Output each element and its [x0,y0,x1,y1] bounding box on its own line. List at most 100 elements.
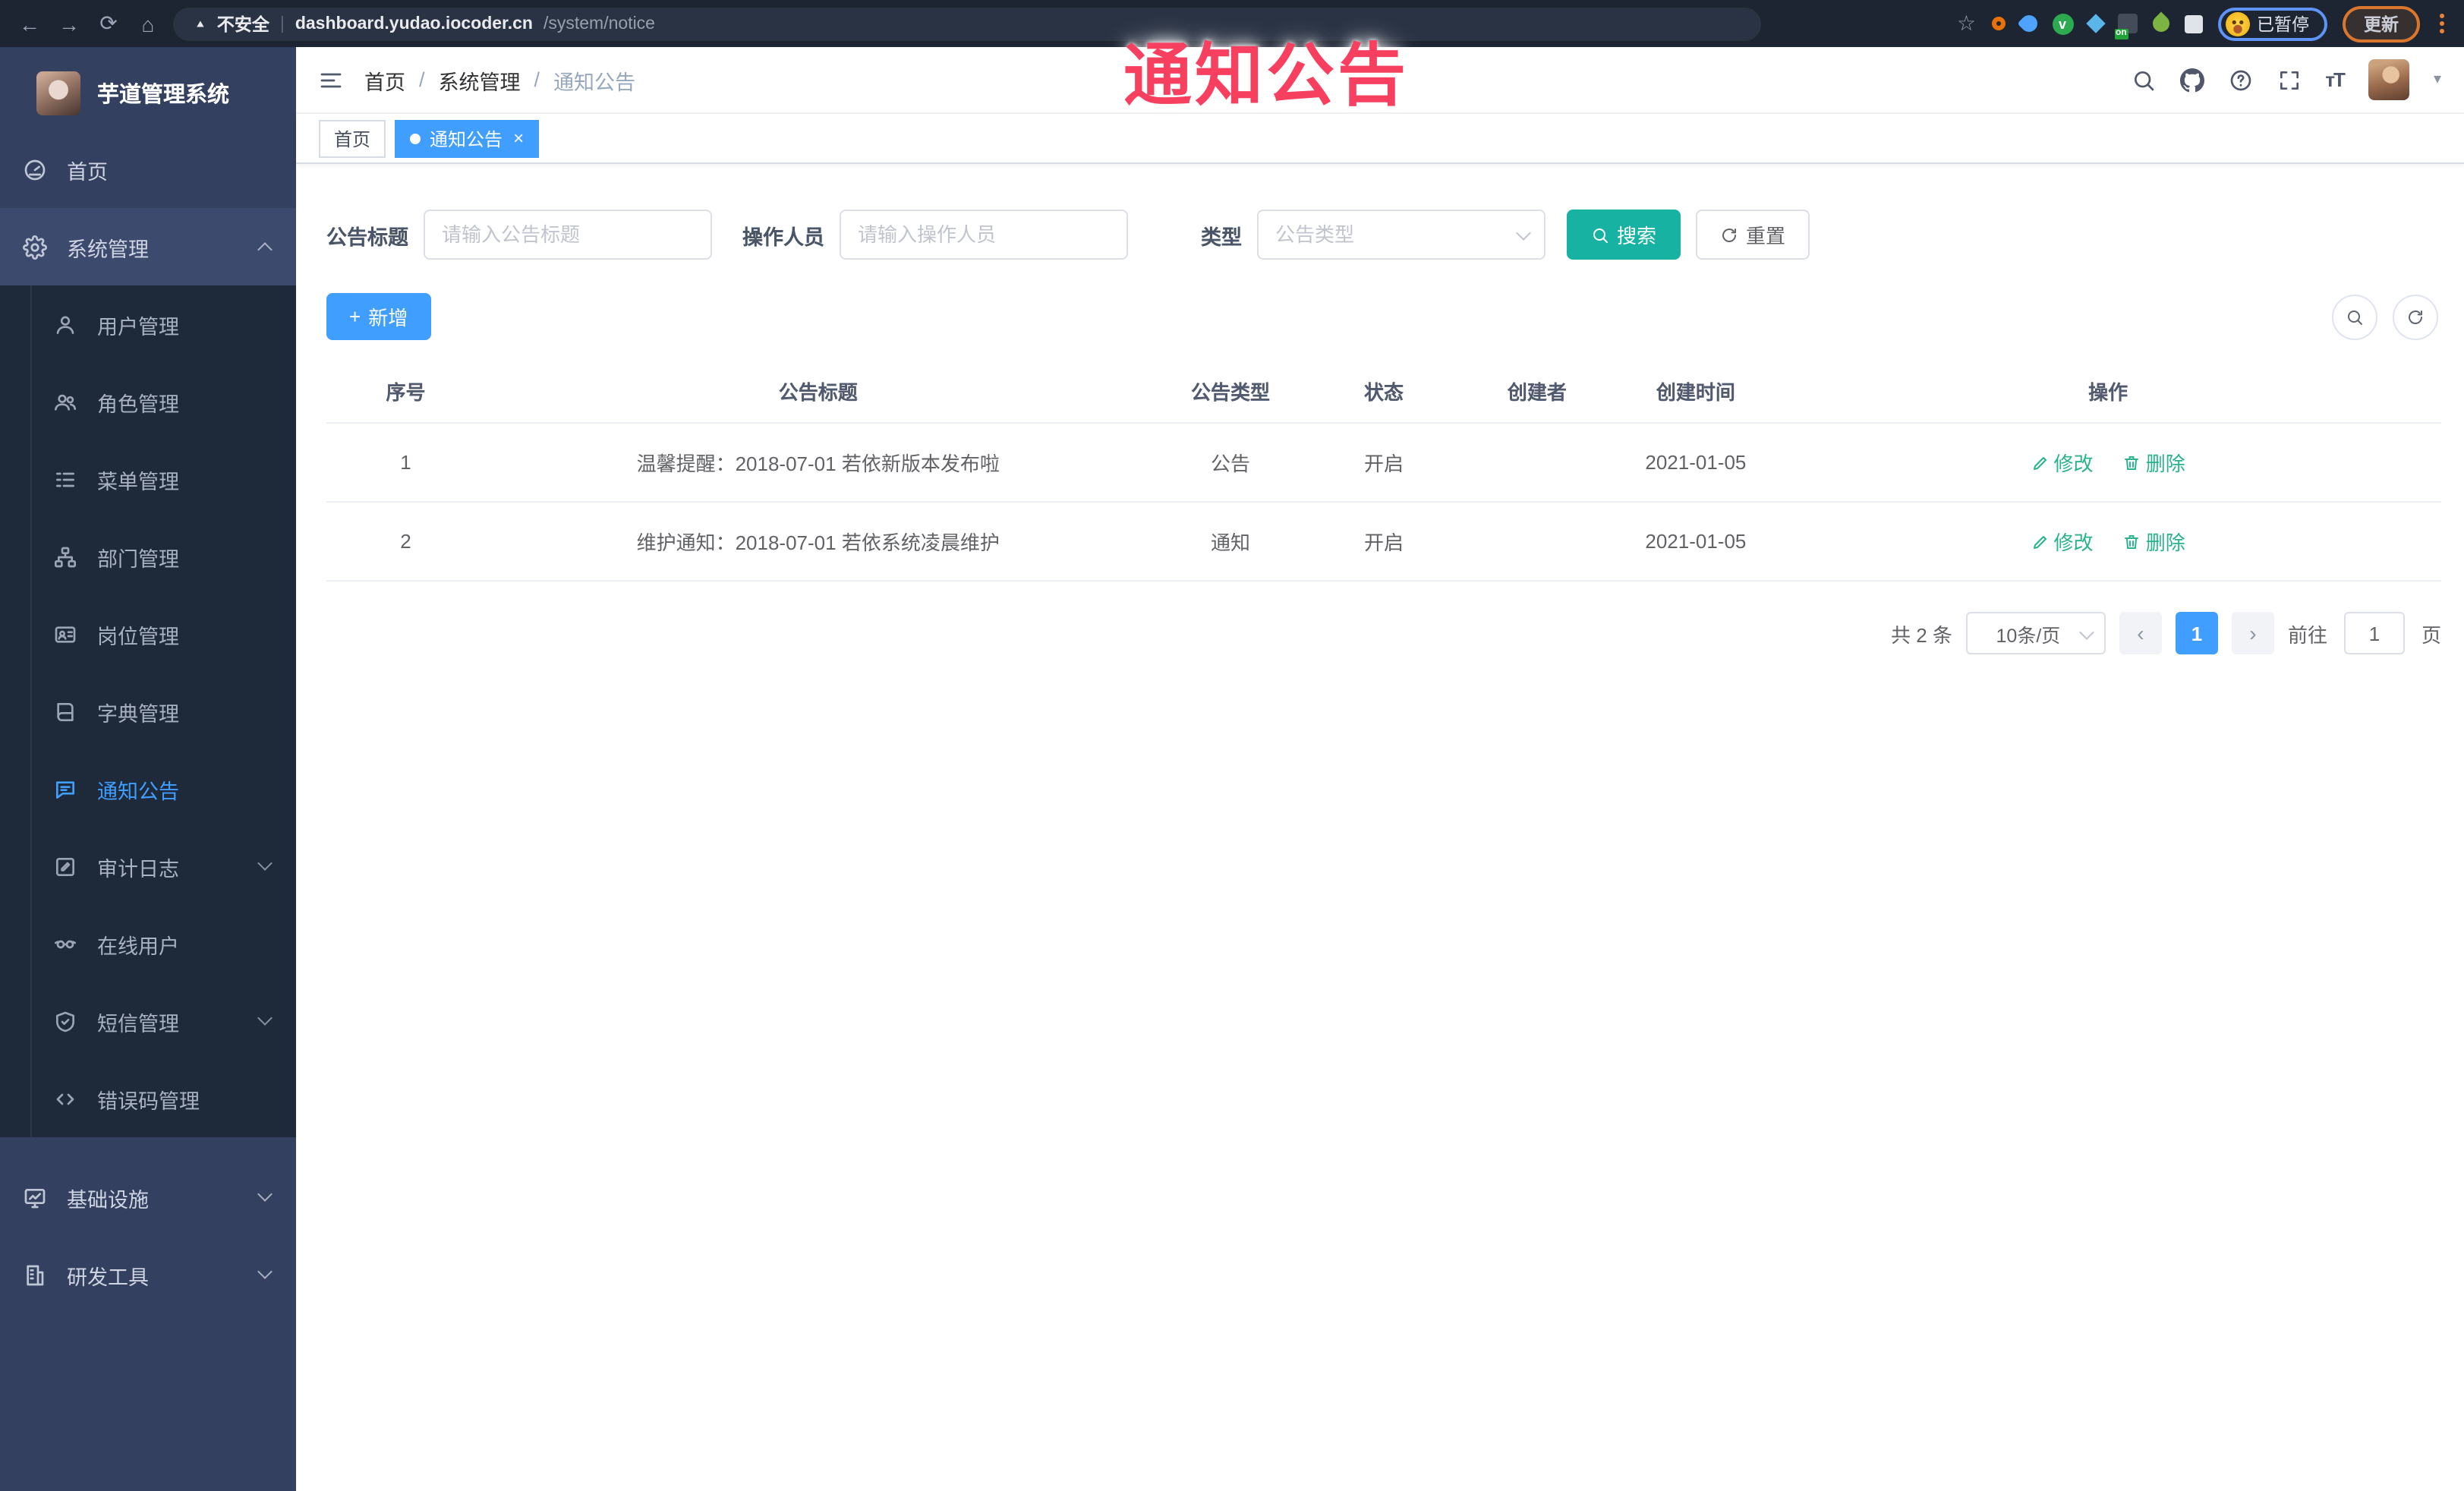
prev-page-button[interactable]: ‹ [2119,612,2162,654]
message-icon [56,780,74,798]
notice-title-label: 公告标题 [326,225,408,248]
search-icon [1593,228,1608,242]
shield-icon [56,1010,74,1032]
trash-icon [2125,455,2139,469]
delete-link[interactable]: 删除 [2123,448,2185,477]
page-size-select[interactable] [1965,612,2106,654]
sidebar-item-home[interactable]: 首页 [0,131,296,208]
edit-link[interactable]: 修改 [2031,527,2094,556]
notice-type-select-input[interactable] [1257,210,1546,260]
sidebar-item-users[interactable]: 用户管理 [0,285,296,363]
search-button[interactable]: 搜索 [1567,210,1681,260]
browser-forward-icon[interactable]: → [55,11,83,36]
reset-button[interactable]: 重置 [1696,210,1810,260]
page-content: 公告标题 操作人员 类型 搜索 重置 [296,164,2464,1491]
cell-title: 维护通知：2018-07-01 若依系统凌晨维护 [484,502,1152,582]
sidebar-item-infrastructure[interactable]: 基础设施 [0,1158,296,1236]
user-avatar[interactable] [2368,59,2409,100]
goto-page-input[interactable] [2343,612,2405,654]
extension-icon[interactable] [2148,11,2173,36]
edit-square-icon [56,857,74,875]
cell-creator [1457,502,1617,582]
extension-icon[interactable]: v [2052,13,2073,34]
extension-icon[interactable] [1991,17,2005,30]
sidebar-item-notices[interactable]: 通知公告 [0,750,296,827]
cell-actions: 修改 删除 [1775,502,2441,582]
sidebar-collapse-button[interactable] [319,68,343,92]
toggle-search-button[interactable] [2332,294,2377,339]
sidebar-item-menus[interactable]: 菜单管理 [0,440,296,518]
close-tab-icon[interactable]: × [513,128,524,149]
fullscreen-icon[interactable] [2277,68,2301,92]
tags-view-bar: 首页 通知公告 × [296,114,2464,164]
breadcrumb-home[interactable]: 首页 [364,65,405,95]
tab-home[interactable]: 首页 [319,119,386,157]
cell-actions: 修改 删除 [1775,423,2441,503]
dashboard-icon [24,159,46,180]
not-secure-label: 不安全 [216,16,269,34]
annotation-overlay-text: 通知公告 [1123,36,1410,114]
active-tab-dot [410,133,421,143]
next-page-button[interactable]: › [2231,612,2274,654]
sidebar-item-departments[interactable]: 部门管理 [0,518,296,595]
sidebar-item-dev-tools[interactable]: 研发工具 [0,1236,296,1313]
browser-back-icon[interactable]: ← [15,11,44,36]
edit-link[interactable]: 修改 [2031,448,2094,477]
extensions-puzzle-icon[interactable] [2184,14,2202,33]
sidebar-item-sms[interactable]: 短信管理 [0,982,296,1060]
chevron-down-icon [257,1187,273,1202]
sidebar-item-online-users[interactable]: 在线用户 [0,905,296,982]
app-title: 芋道管理系统 [97,83,229,107]
operator-input[interactable] [840,210,1128,260]
app-frame: 芋道管理系统 首页 系统管理 用户管理 角色管理 菜单管理 部门管理 岗位管理 … [0,47,2464,1491]
page-size-select-input[interactable] [1965,612,2106,654]
search-icon[interactable] [2131,68,2155,92]
pagination: 共 2 条 ‹ 1 › 前往 页 [326,612,2441,654]
sidebar-item-system[interactable]: 系统管理 [0,208,296,285]
code-icon [56,1092,74,1105]
tab-notices[interactable]: 通知公告 × [395,119,540,157]
browser-menu-icon[interactable] [2435,14,2449,33]
extension-icon[interactable]: on [2114,14,2137,39]
trash-icon [2125,534,2139,548]
breadcrumb-system[interactable]: 系统管理 [439,65,521,95]
user-icon [56,315,74,333]
menu-list-icon [56,471,74,487]
sidebar-item-roles[interactable]: 角色管理 [0,363,296,440]
notice-type-select[interactable] [1257,210,1546,260]
screen: ← → ⟳ ⌂ ▲ 不安全 | dashboard.yudao.iocoder.… [0,0,2464,1491]
extension-icon[interactable] [2085,14,2105,33]
refresh-icon [1722,228,1737,241]
sidebar-item-posts[interactable]: 岗位管理 [0,595,296,673]
add-button[interactable]: + 新增 [326,293,431,340]
chevron-up-icon [257,242,273,257]
profile-paused-chip[interactable]: 已暂停 [2217,7,2327,40]
extension-icon[interactable] [2016,11,2040,36]
github-icon[interactable] [2179,68,2204,92]
caret-down-icon[interactable]: ▾ [2434,71,2441,88]
column-header-index: 序号 [326,360,485,424]
browser-home-icon[interactable]: ⌂ [134,11,162,36]
refresh-table-button[interactable] [2393,294,2438,339]
breadcrumb: 首页 / 系统管理 / 通知公告 [364,65,635,95]
browser-toolbar-right: ☆ v on 已暂停 更新 [1957,5,2449,42]
sidebar-item-audit-log[interactable]: 审计日志 [0,827,296,905]
sidebar: 芋道管理系统 首页 系统管理 用户管理 角色管理 菜单管理 部门管理 岗位管理 … [0,47,296,1491]
sidebar-item-error-codes[interactable]: 错误码管理 [0,1060,296,1137]
help-icon[interactable] [2228,68,2252,92]
delete-link[interactable]: 删除 [2123,527,2185,556]
cell-type: 公告 [1151,423,1310,503]
bookmark-star-icon[interactable]: ☆ [1957,11,1976,36]
book-icon [57,702,74,720]
page-button-1[interactable]: 1 [2175,612,2218,654]
chevron-down-icon [257,856,273,871]
browser-reload-icon[interactable]: ⟳ [94,11,123,36]
notice-title-input[interactable] [424,210,712,260]
sidebar-item-dictionaries[interactable]: 字典管理 [0,673,296,750]
address-bar[interactable]: ▲ 不安全 | dashboard.yudao.iocoder.cn/syste… [173,7,1761,40]
font-size-icon[interactable]: тT [2325,68,2346,91]
cell-status: 开启 [1309,423,1458,503]
main-area: 首页 / 系统管理 / 通知公告 тT ▾ 首页 通知公告 × 公告标题 请输入… [296,47,2464,1491]
cell-title: 温馨提醒：2018-07-01 若依新版本发布啦 [484,423,1152,503]
chrome-update-button[interactable]: 更新 [2343,5,2420,42]
